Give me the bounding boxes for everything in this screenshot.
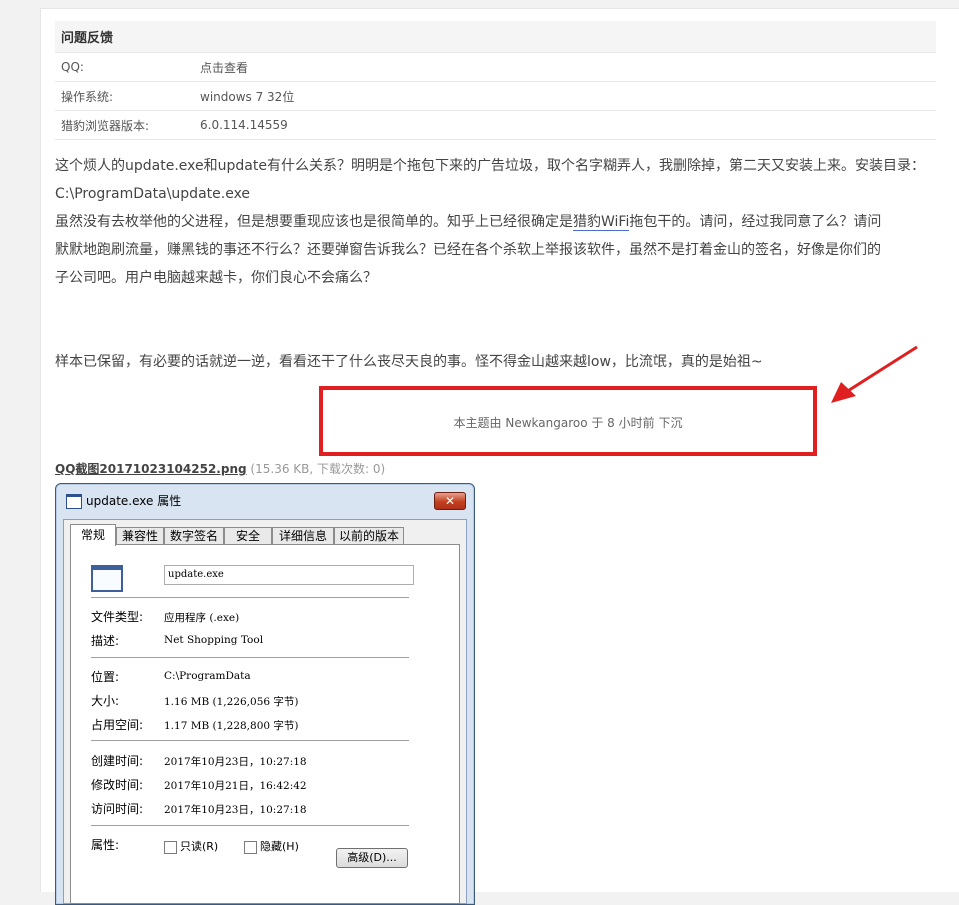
advanced-button: 高级(D)... bbox=[336, 848, 408, 868]
tab-digital-signature: 数字签名 bbox=[164, 527, 224, 545]
divider bbox=[91, 657, 409, 658]
prop-value: 2017年10月23日，10:27:18 bbox=[164, 756, 307, 768]
post-line: C:\ProgramData\update.exe bbox=[55, 186, 251, 202]
file-icon bbox=[91, 565, 123, 592]
dialog-titlebar: update.exe 属性 ✕ bbox=[56, 484, 474, 512]
checkbox-label: 隐藏(H) bbox=[260, 840, 299, 853]
info-row-qq: QQ: 点击查看 bbox=[55, 52, 936, 82]
keyword-link[interactable]: 猎豹WiFi bbox=[573, 214, 630, 231]
checkbox-icon bbox=[244, 840, 257, 854]
post-line: 这个烦人的update.exe和update有什么关系？明明是个拖包下来的广告垃… bbox=[55, 158, 925, 174]
post-line: 虽然没有去枚举他的父进程，但是想要重现应该也是很简单的。知乎上已经很确定是猎豹W… bbox=[55, 208, 935, 236]
info-value: 6.0.114.14559 bbox=[194, 110, 936, 140]
tab-general: 常规 bbox=[70, 524, 116, 546]
info-label: 操作系统: bbox=[55, 81, 194, 111]
red-arrow-icon bbox=[831, 345, 918, 403]
checkbox-label: 只读(R) bbox=[180, 840, 219, 853]
post-text: 拖包干的。请问，经过我同意了么？请问 bbox=[629, 214, 882, 230]
prop-value: C:\ProgramData bbox=[164, 670, 251, 682]
post-line: 默默地跑刷流量，赚黑钱的事还不行么？还要弹窗告诉我么？已经在各个杀软上举报该软件… bbox=[55, 242, 881, 258]
prop-value: 2017年10月23日，10:27:18 bbox=[164, 804, 307, 816]
properties-dialog-screenshot: update.exe 属性 ✕ 常规 兼容性 数字签名 安全 详细信息 以前的版… bbox=[55, 483, 475, 905]
prop-label: 属性: bbox=[91, 838, 120, 852]
feedback-info-table: 问题反馈 QQ: 点击查看 操作系统: windows 7 32位 猎豹浏览器版… bbox=[55, 21, 936, 140]
notice-highlight-box: 本主题由 Newkangaroo 于 8 小时前 下沉 bbox=[319, 386, 817, 456]
post-page: 问题反馈 QQ: 点击查看 操作系统: windows 7 32位 猎豹浏览器版… bbox=[40, 8, 959, 905]
window-icon bbox=[66, 494, 82, 509]
checkbox-icon bbox=[164, 840, 177, 854]
tab-compatibility: 兼容性 bbox=[116, 527, 164, 545]
hidden-checkbox: 隐藏(H) bbox=[244, 838, 299, 854]
close-icon: ✕ bbox=[434, 492, 466, 510]
prop-label: 位置: bbox=[91, 670, 120, 684]
dialog-title: update.exe 属性 bbox=[86, 494, 182, 508]
view-qq-link[interactable]: 点击查看 bbox=[194, 52, 936, 82]
info-row-os: 操作系统: windows 7 32位 bbox=[55, 81, 936, 111]
info-heading-row: 问题反馈 bbox=[55, 21, 936, 53]
attachment-link[interactable]: QQ截图20171023104252.png bbox=[55, 462, 247, 476]
divider bbox=[91, 825, 409, 826]
info-label: QQ: bbox=[55, 52, 194, 82]
prop-label: 修改时间: bbox=[91, 778, 144, 792]
prop-value: 2017年10月21日，16:42:42 bbox=[164, 780, 307, 792]
dialog-client: 常规 兼容性 数字签名 安全 详细信息 以前的版本 update.exe 文件类… bbox=[63, 519, 467, 904]
general-panel: update.exe 文件类型: 应用程序 (.exe) 描述: Net Sho… bbox=[70, 544, 460, 904]
filename-field: update.exe bbox=[164, 565, 414, 585]
prop-label: 文件类型: bbox=[91, 610, 144, 624]
prop-value: 应用程序 (.exe) bbox=[164, 612, 240, 624]
prop-label: 大小: bbox=[91, 694, 120, 708]
post-text: 虽然没有去枚举他的父进程，但是想要重现应该也是很简单的。知乎上已经很确定是 bbox=[55, 214, 573, 230]
post-body: 这个烦人的update.exe和update有什么关系？明明是个拖包下来的广告垃… bbox=[55, 152, 935, 376]
divider bbox=[91, 597, 409, 598]
divider bbox=[91, 740, 409, 741]
prop-label: 占用空间: bbox=[91, 718, 144, 732]
prop-label: 创建时间: bbox=[91, 754, 144, 768]
prop-value: Net Shopping Tool bbox=[164, 634, 264, 646]
attachment-line: QQ截图20171023104252.png (15.36 KB, 下载次数: … bbox=[55, 460, 385, 477]
sink-notice: 本主题由 Newkangaroo 于 8 小时前 下沉 bbox=[453, 416, 683, 430]
prop-value: 1.16 MB (1,226,056 字节) bbox=[164, 696, 299, 708]
info-value: windows 7 32位 bbox=[194, 81, 936, 111]
tab-security: 安全 bbox=[224, 527, 272, 545]
info-row-browser: 猎豹浏览器版本: 6.0.114.14559 bbox=[55, 110, 936, 140]
prop-label: 访问时间: bbox=[91, 802, 144, 816]
prop-label: 描述: bbox=[91, 634, 120, 648]
readonly-checkbox: 只读(R) bbox=[164, 838, 218, 854]
post-line: 子公司吧。用户电脑越来越卡，你们良心不会痛么？ bbox=[55, 270, 377, 286]
info-heading: 问题反馈 bbox=[55, 21, 936, 53]
attachment-meta: (15.36 KB, 下载次数: 0) bbox=[250, 462, 386, 476]
post-line: 样本已保留，有必要的话就逆一逆，看看还干了什么丧尽天良的事。怪不得金山越来越lo… bbox=[55, 354, 763, 370]
prop-value: 1.17 MB (1,228,800 字节) bbox=[164, 720, 299, 732]
info-label: 猎豹浏览器版本: bbox=[55, 110, 194, 140]
tab-details: 详细信息 bbox=[272, 527, 334, 545]
tab-previous-versions: 以前的版本 bbox=[334, 527, 404, 545]
